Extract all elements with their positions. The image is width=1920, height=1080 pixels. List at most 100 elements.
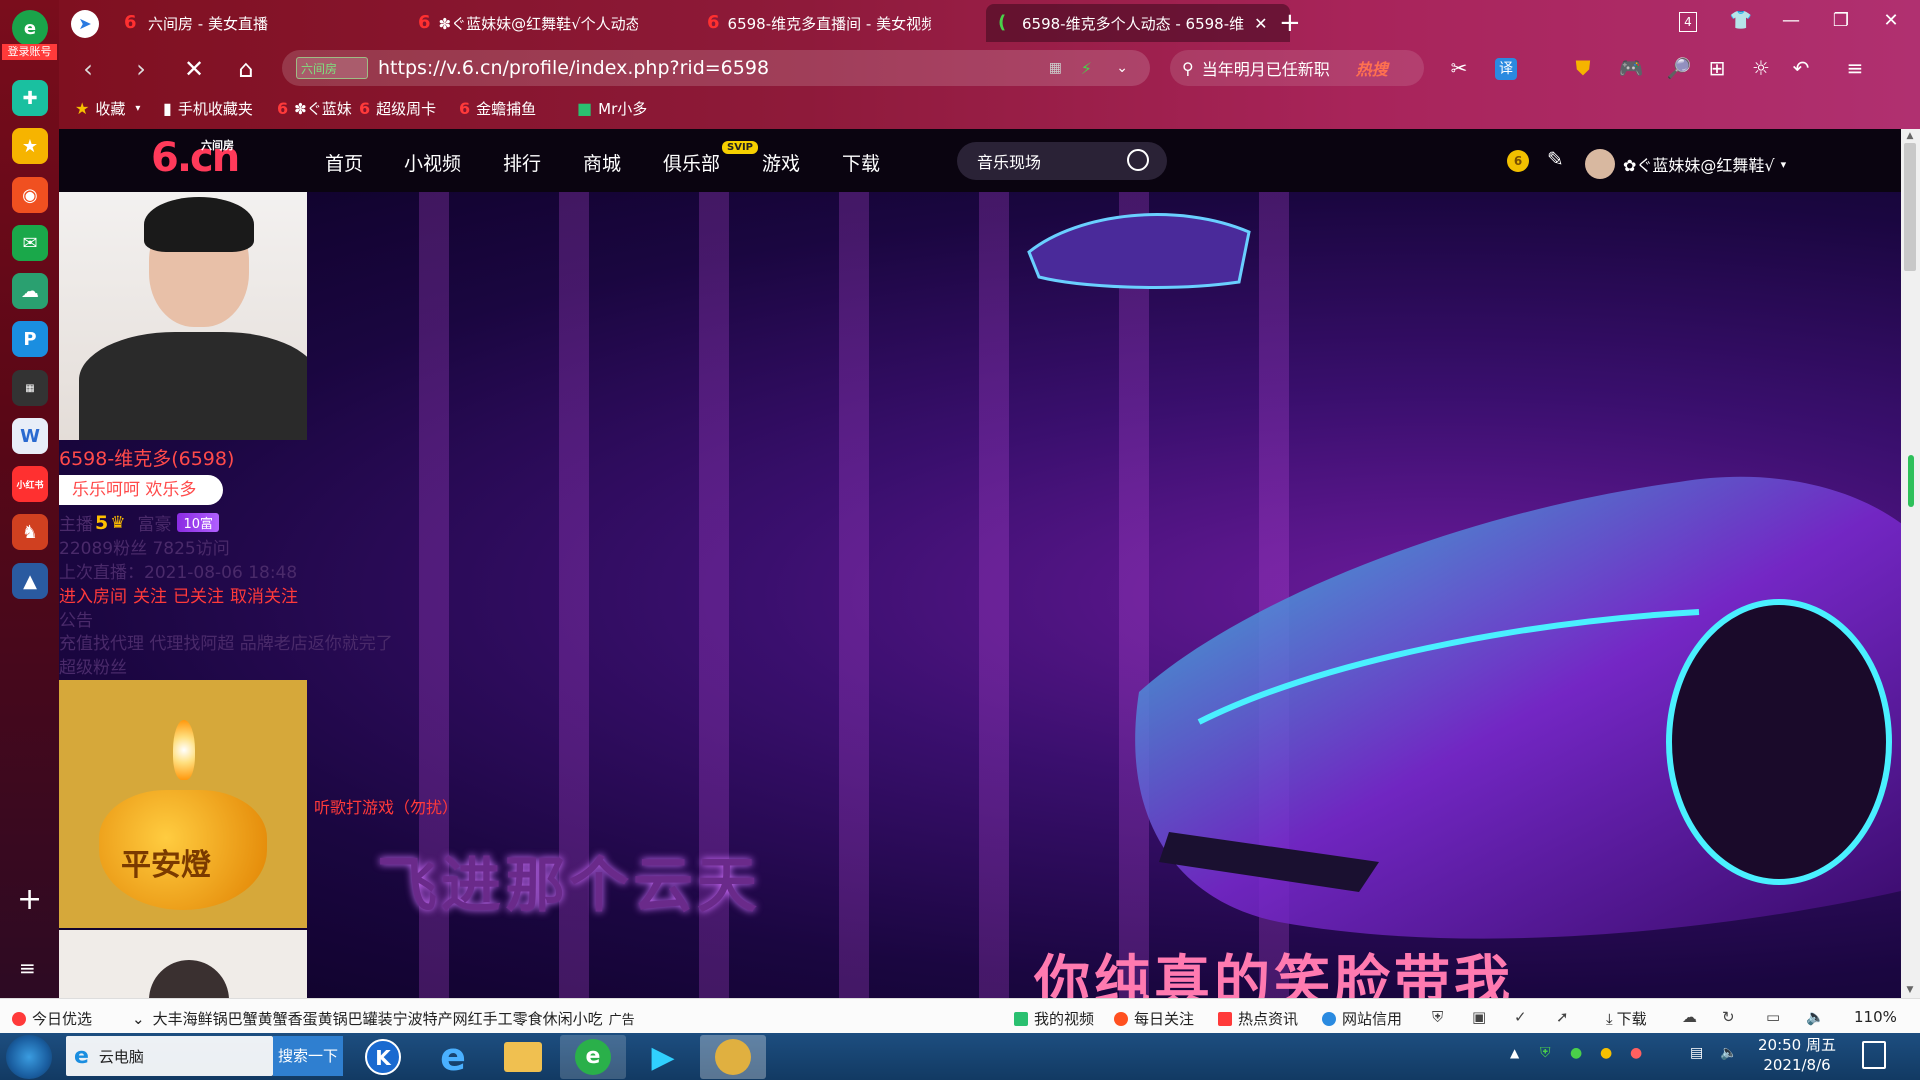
nav-ranking[interactable]: 排行	[503, 149, 541, 176]
nav-mall[interactable]: 商城	[583, 149, 621, 176]
bookmark-2[interactable]: 6 超级周卡	[359, 98, 436, 119]
bookmark-favorites[interactable]: ★ 收藏 ▾	[75, 98, 140, 119]
hot-search-label[interactable]: 热搜	[1356, 56, 1388, 80]
follow-link[interactable]: 关注	[133, 582, 167, 607]
home-icon[interactable]: ⌂	[231, 54, 261, 84]
minimize-icon[interactable]: —	[1777, 10, 1805, 34]
game2-icon[interactable]: ♞	[12, 514, 48, 550]
browser-search[interactable]: ⚲ 当年明月已任新职 热搜	[1170, 50, 1424, 86]
window-icon[interactable]: ▭	[1766, 1008, 1780, 1026]
forward-icon[interactable]: ›	[126, 54, 156, 84]
weibo-icon[interactable]: ◉	[12, 177, 48, 213]
start-button[interactable]	[6, 1035, 52, 1079]
close-window-icon[interactable]: ✕	[1877, 10, 1905, 34]
bookmark-4[interactable]: ■ Mr小多	[577, 98, 647, 119]
mail-icon[interactable]: ✉	[12, 225, 48, 261]
coin-icon[interactable]: 6	[1507, 150, 1529, 172]
add-icon[interactable]: +	[17, 882, 42, 917]
browser-logo-icon[interactable]: e	[12, 10, 48, 46]
volume-icon[interactable]: 🔈	[1720, 1045, 1737, 1061]
stop-loading-icon[interactable]: ✕	[179, 54, 209, 84]
qq-tray-icon[interactable]: ●	[1630, 1045, 1642, 1061]
p-app-icon[interactable]: P	[12, 321, 48, 357]
game-app-icon[interactable]: ▦	[12, 370, 48, 406]
nav-club[interactable]: 俱乐部	[663, 149, 720, 176]
plugin-icon[interactable]: ✚	[12, 80, 48, 116]
daily-follow[interactable]: 每日关注	[1114, 1008, 1194, 1029]
kugou-app-icon[interactable]: K	[350, 1035, 416, 1079]
star-icon[interactable]: ★	[12, 128, 48, 164]
gamepad-icon[interactable]: 🎮	[1617, 56, 1645, 82]
coin-shield-icon[interactable]: ⛊	[1569, 56, 1597, 82]
new-tab-icon[interactable]: +	[1279, 8, 1301, 38]
address-bar[interactable]: 六间房 https://v.6.cn/profile/index.php?rid…	[282, 50, 1150, 86]
scroll-up-icon[interactable]: ▲	[1904, 131, 1916, 141]
browser-app-icon[interactable]: e	[560, 1035, 626, 1079]
translate-icon[interactable]: 译	[1495, 58, 1517, 80]
word-icon[interactable]: W	[12, 418, 48, 454]
game-window-icon[interactable]	[700, 1035, 766, 1079]
site-logo[interactable]: 6.cn 六间房	[151, 135, 240, 181]
image-icon[interactable]: ▣	[1472, 1008, 1486, 1026]
peace-lamp-image[interactable]: 平安燈	[59, 680, 307, 928]
rocket-icon[interactable]: ➚	[1556, 1008, 1569, 1026]
site-credit[interactable]: 网站信用	[1322, 1008, 1402, 1029]
download-button[interactable]: ⤓ 下载	[1606, 1008, 1647, 1029]
tab-profile-active[interactable]: (6598-维克多个人动态 - 6598-维 ✕	[986, 4, 1290, 42]
nav-games[interactable]: 游戏	[762, 149, 800, 176]
bookmark-1[interactable]: 6 ✽ぐ蓝妹	[277, 98, 352, 119]
media-player-icon[interactable]: ▶	[630, 1035, 696, 1079]
notification-icon[interactable]	[1862, 1041, 1886, 1069]
browser-tray-icon[interactable]: ●	[1570, 1045, 1582, 1061]
brightness-icon[interactable]: ☼	[1747, 56, 1775, 82]
bookmark-mobile[interactable]: ▮ 手机收藏夹	[163, 98, 253, 119]
grid-icon[interactable]: ⊞	[1703, 56, 1731, 82]
tab-count[interactable]: 4	[1679, 12, 1697, 32]
bookmark-3[interactable]: 6 金蟾捕鱼	[459, 98, 536, 119]
close-tab-icon[interactable]: ✕	[1254, 14, 1267, 33]
volume-icon[interactable]: 🔈	[1806, 1008, 1825, 1026]
my-video[interactable]: 我的视频	[1014, 1008, 1094, 1029]
url-text[interactable]: https://v.6.cn/profile/index.php?rid=659…	[378, 57, 769, 79]
hot-news[interactable]: 热点资讯	[1218, 1008, 1298, 1029]
unfollow-link[interactable]: 取消关注	[230, 582, 298, 607]
speed-icon[interactable]: ⚡	[1081, 59, 1092, 78]
nav-home[interactable]: 首页	[325, 149, 363, 176]
tab-user-profile[interactable]: 6 ✽ぐ蓝妹妹@红舞鞋√个人动态	[406, 4, 638, 42]
shield-icon[interactable]: ⛨	[1432, 1008, 1443, 1026]
user-menu[interactable]: ✿ぐ蓝妹妹@红舞鞋√ ▾	[1585, 149, 1786, 179]
zoom-level[interactable]: 110%	[1854, 1008, 1897, 1026]
ie-app-icon[interactable]: e	[420, 1035, 486, 1079]
undo-icon[interactable]: ↶	[1787, 56, 1815, 82]
taskbar-search-button[interactable]: 搜索一下	[273, 1036, 343, 1076]
search-icon[interactable]	[1127, 149, 1149, 171]
security-icon[interactable]: ⛨	[1540, 1045, 1551, 1061]
ad-link[interactable]: ⌄ 大丰海鲜锅巴蟹黄蟹香蛋黄锅巴罐装宁波特产网红手工零食休闲小吃 广告	[132, 1008, 635, 1029]
tab-live-room[interactable]: 6 6598-维克多直播间 - 美女视频	[695, 4, 931, 42]
site-search-input[interactable]: 音乐现场	[957, 142, 1167, 180]
nav-download[interactable]: 下载	[842, 149, 880, 176]
back-icon[interactable]: ‹	[73, 54, 103, 84]
xiaohongshu-icon[interactable]: 小红书	[12, 466, 48, 502]
chevron-down-icon[interactable]: ⌄	[1116, 60, 1128, 76]
scissors-icon[interactable]: ✂	[1445, 56, 1473, 82]
skin-icon[interactable]: 👕	[1727, 10, 1755, 34]
fan-avatar[interactable]	[59, 930, 307, 998]
edit-icon[interactable]: ✎	[1547, 147, 1564, 171]
menu-list-icon[interactable]: ≡	[19, 956, 36, 980]
cloud-icon[interactable]: ☁	[12, 273, 48, 309]
network-icon[interactable]: ▤	[1690, 1045, 1703, 1061]
refresh-icon[interactable]: ↻	[1722, 1008, 1735, 1026]
nav-short-video[interactable]: 小视频	[404, 149, 461, 176]
cloud-sync-icon[interactable]: ☁	[1682, 1008, 1697, 1026]
game3-icon[interactable]: ▲	[12, 563, 48, 599]
today-picks[interactable]: 今日优选	[12, 1008, 92, 1029]
scroll-down-icon[interactable]: ▼	[1904, 985, 1916, 995]
login-account-label[interactable]: 登录账号	[2, 44, 57, 60]
send-icon[interactable]: ➤	[71, 10, 99, 38]
restore-icon[interactable]: ❐	[1827, 10, 1855, 34]
qr-icon[interactable]: ▦	[1049, 60, 1062, 76]
tray-expand-icon[interactable]: ▲	[1510, 1046, 1519, 1060]
clock[interactable]: 20:50 周五 2021/8/6	[1758, 1035, 1836, 1075]
hamburger-menu-icon[interactable]: ≡	[1841, 56, 1869, 82]
